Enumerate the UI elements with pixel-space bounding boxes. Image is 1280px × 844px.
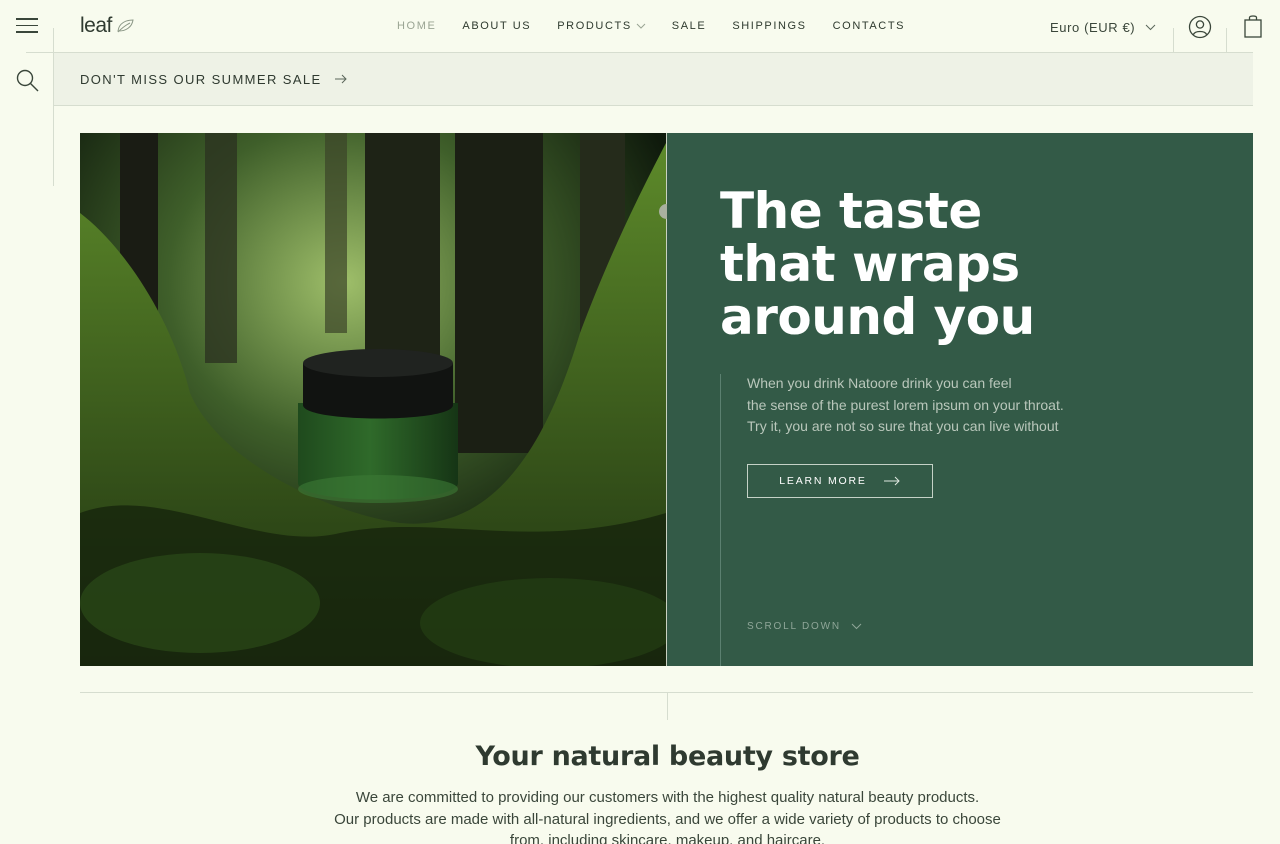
chevron-down-icon <box>851 623 862 630</box>
logo-text: leaf <box>80 14 112 37</box>
scroll-down-button[interactable]: SCROLL DOWN <box>747 621 862 632</box>
learn-more-label: LEARN MORE <box>779 475 867 487</box>
user-account-icon[interactable] <box>1188 15 1212 39</box>
search-icon[interactable] <box>15 68 41 94</box>
chevron-down-icon <box>1145 24 1156 31</box>
hero-title: The taste that wraps around you <box>720 182 1035 346</box>
scroll-down-label: SCROLL DOWN <box>747 621 841 632</box>
section-title: Your natural beauty store <box>475 741 860 772</box>
currency-label: Euro (EUR €) <box>1050 20 1136 35</box>
section-description: We are committed to providing our custom… <box>334 789 1001 844</box>
chevron-down-icon <box>636 23 646 29</box>
hamburger-menu-icon[interactable] <box>16 18 38 34</box>
arrow-right-icon <box>334 74 347 84</box>
header-divider-1 <box>1173 28 1174 52</box>
hero-description: When you drink Natoore drink you can fee… <box>747 375 1064 434</box>
arrow-right-icon <box>883 476 900 486</box>
logo[interactable]: leaf <box>80 14 134 38</box>
nav-home[interactable]: HOME <box>397 20 436 32</box>
nav-about-us[interactable]: ABOUT US <box>462 20 531 32</box>
learn-more-button[interactable]: LEARN MORE <box>747 464 933 498</box>
nav-contacts[interactable]: CONTACTS <box>833 20 905 32</box>
currency-selector[interactable]: Euro (EUR €) <box>1050 20 1156 35</box>
hero-panel: The taste that wraps around you When you… <box>667 133 1253 666</box>
leaf-icon <box>117 19 134 33</box>
promo-banner[interactable]: DON'T MISS OUR SUMMER SALE <box>54 53 1253 106</box>
nav-sale[interactable]: SALE <box>672 20 707 32</box>
section-separator-tick <box>667 692 668 720</box>
shopping-bag-icon[interactable] <box>1243 14 1263 38</box>
nav-products[interactable]: PRODUCTS <box>557 20 646 32</box>
main-navigation: HOME ABOUT US PRODUCTS SALE SHIPPINGS CO… <box>397 20 905 32</box>
promo-text: DON'T MISS OUR SUMMER SALE <box>80 71 322 87</box>
hero-accent-line <box>720 374 721 666</box>
nav-shippings[interactable]: SHIPPINGS <box>732 20 806 32</box>
hero-product-image <box>80 133 666 666</box>
header-divider-2 <box>1226 28 1227 52</box>
